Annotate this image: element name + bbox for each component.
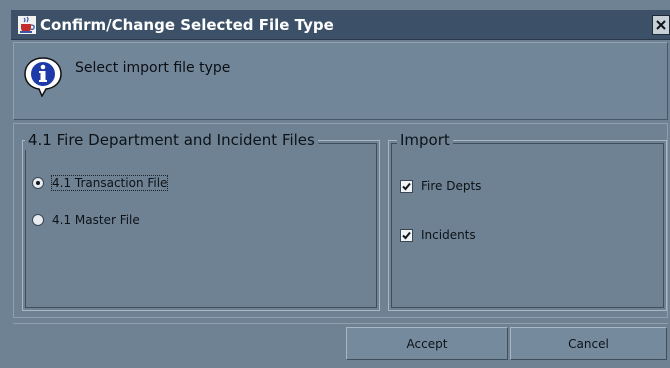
radio-master-file[interactable]: 4.1 Master File (32, 213, 140, 227)
checkbox-incidents[interactable]: Incidents (400, 228, 476, 242)
check-icon (402, 231, 411, 239)
checkbox-incidents-label[interactable]: Incidents (421, 228, 476, 242)
fire-files-legend: 4.1 Fire Department and Incident Files (25, 130, 318, 150)
close-icon (656, 20, 666, 30)
radio-button-selected[interactable] (32, 177, 44, 189)
close-button[interactable] (652, 15, 670, 35)
radio-transaction-label[interactable]: 4.1 Transaction File (50, 175, 169, 191)
import-legend: Import (397, 130, 453, 150)
fire-files-group: 4.1 Fire Department and Incident Files 4… (22, 130, 380, 311)
java-cup-icon (18, 16, 36, 34)
window-title: Confirm/Change Selected File Type (40, 16, 334, 34)
button-bar: Accept Cancel (13, 323, 668, 365)
accept-button[interactable]: Accept (346, 327, 508, 360)
checkbox-fire-depts[interactable]: Fire Depts (400, 179, 481, 193)
cancel-button[interactable]: Cancel (510, 327, 667, 360)
radio-master-label[interactable]: 4.1 Master File (52, 213, 140, 227)
radio-transaction-file[interactable]: 4.1 Transaction File (32, 175, 169, 191)
check-icon (402, 182, 411, 190)
info-message: Select import file type (75, 60, 231, 76)
title-bar[interactable]: Confirm/Change Selected File Type (11, 10, 670, 40)
info-icon (22, 55, 64, 98)
dialog-window: Confirm/Change Selected File Type Select… (11, 10, 670, 368)
checkbox-checked[interactable] (400, 228, 413, 242)
options-panel: 4.1 Fire Department and Incident Files 4… (13, 123, 668, 318)
import-group: Import Fire Depts Incidents (388, 130, 667, 311)
info-panel: Select import file type (13, 42, 668, 120)
checkbox-checked[interactable] (400, 179, 413, 193)
checkbox-fire-depts-label[interactable]: Fire Depts (421, 179, 481, 193)
radio-button-unselected[interactable] (32, 214, 44, 226)
